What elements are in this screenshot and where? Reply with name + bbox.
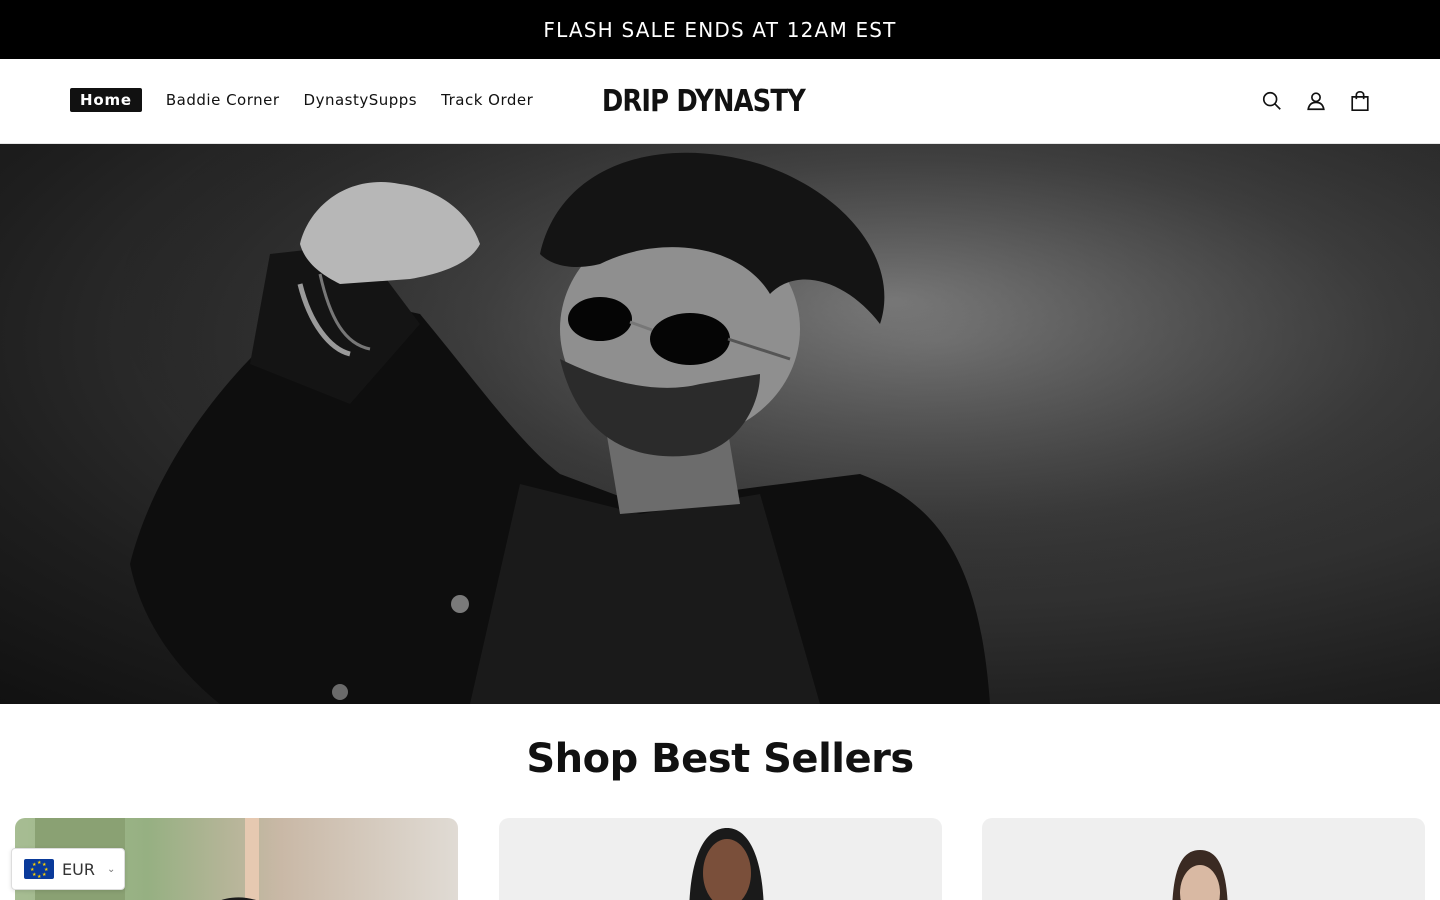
announcement-bar: FLASH SALE ENDS AT 12AM EST (0, 0, 1440, 59)
cart-icon[interactable] (1348, 87, 1372, 115)
chevron-down-icon: ⌄ (106, 863, 116, 875)
currency-code: EUR (62, 859, 95, 879)
hero-photo-illustration (0, 144, 1440, 704)
hero-banner-image[interactable] (0, 144, 1440, 704)
product-image (689, 828, 764, 900)
section-title: Shop Best Sellers (526, 736, 914, 782)
eu-flag-icon: ★ ★ ★ ★ ★ ★ ★ ★ (24, 859, 54, 880)
nav-item-baddie-corner[interactable]: Baddie Corner (166, 91, 280, 109)
site-header: Home Baddie Corner DynastySupps Track Or… (0, 59, 1440, 144)
nav-item-track-order[interactable]: Track Order (441, 91, 533, 109)
main-nav: Home Baddie Corner DynastySupps Track Or… (70, 88, 533, 112)
product-card[interactable] (499, 818, 942, 900)
product-image (1172, 850, 1228, 900)
brand-logo[interactable]: DRIP DYNASTY (602, 81, 806, 121)
nav-item-home[interactable]: Home (70, 88, 142, 112)
header-icons (1260, 87, 1372, 115)
currency-selector[interactable]: ★ ★ ★ ★ ★ ★ ★ ★ EUR ⌄ (11, 848, 125, 890)
product-card[interactable] (982, 818, 1425, 900)
announcement-text: FLASH SALE ENDS AT 12AM EST (543, 17, 897, 42)
account-icon[interactable] (1304, 87, 1328, 115)
search-icon[interactable] (1260, 87, 1284, 115)
nav-item-dynastysupps[interactable]: DynastySupps (304, 91, 418, 109)
